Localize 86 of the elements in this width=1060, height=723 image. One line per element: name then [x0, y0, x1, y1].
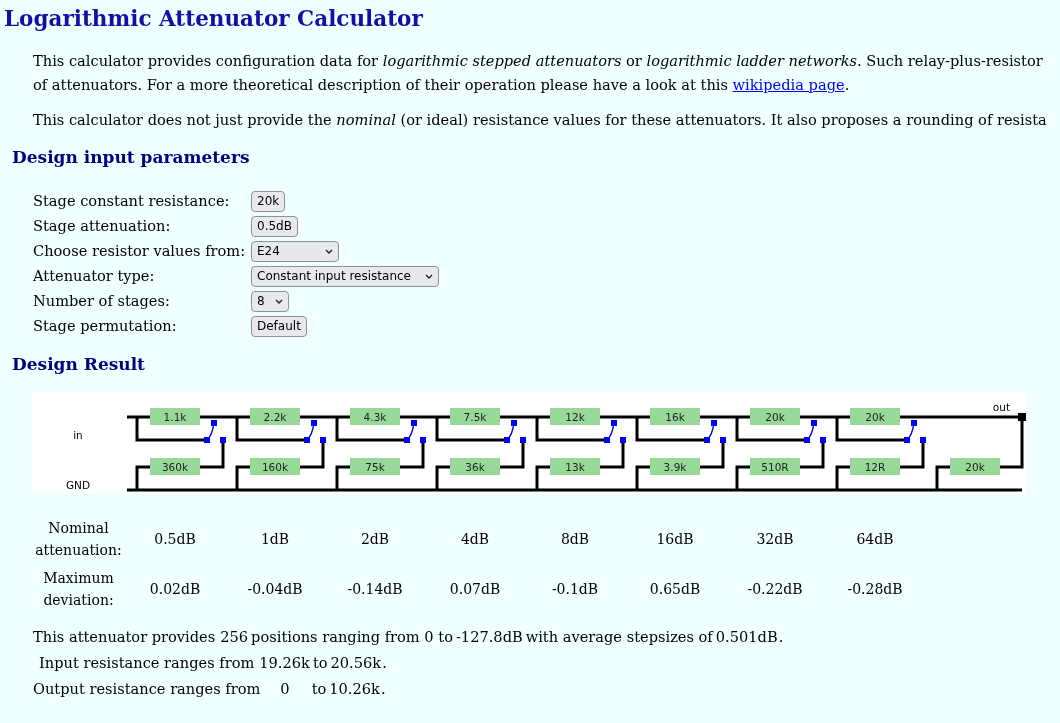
field-label: Attenuator type:: [33, 266, 156, 287]
ground-label: GND: [65, 479, 91, 492]
switch-icon: [604, 420, 626, 444]
table-cell-text: 4dB: [459, 529, 491, 549]
summary-text: to: [311, 653, 329, 674]
switch-icon: [404, 420, 426, 444]
field-label: Choose resistor values from:: [33, 241, 247, 262]
value-button[interactable]: 0.5dB: [251, 215, 298, 237]
resistor: 1.1k: [150, 408, 200, 426]
caret-icon: [275, 298, 283, 304]
output-value: 256: [219, 627, 250, 648]
table-cell-text: 16dB: [655, 529, 695, 549]
dropdown[interactable]: E24: [251, 240, 339, 262]
table-cell-text: 0.5dB: [153, 529, 197, 549]
table-cell-text: 0.07dB: [448, 579, 502, 599]
table-cell-text: 0.65dB: [648, 579, 702, 599]
page-title: Logarithmic Attenuator Calculator: [3, 5, 424, 33]
summary-text: .: [380, 679, 386, 700]
caret-icon: [325, 248, 333, 254]
table-cell-text: 1dB: [259, 529, 291, 549]
resistor: 13k: [550, 458, 600, 476]
paragraph-text: This calculator does not just provide the nominal (or ideal) resistance values for these attenuators. It also proposes a rounding of resista: [33, 111, 1047, 129]
output-label: out: [992, 401, 1010, 414]
caret-icon: [425, 273, 433, 279]
paragraph-text: This calculator provides configuration data for logarithmic stepped attenuators or logarithmic ladder networks. Such relay-plus-resistor: [33, 51, 1044, 72]
resistor: 12R: [850, 458, 900, 476]
value-button[interactable]: Default: [251, 315, 307, 337]
section-heading: Design input parameters: [11, 146, 251, 170]
dropdown[interactable]: 8: [251, 290, 289, 312]
table-cell-text: 64dB: [855, 529, 895, 549]
switch-icon: [904, 420, 926, 444]
resistor: 20k: [950, 458, 1000, 476]
output-value: -127.8dB: [454, 627, 524, 648]
table-cell-text: -0.28dB: [846, 579, 904, 599]
resistor: 510R: [750, 458, 800, 476]
resistor: 7.5k: [450, 408, 500, 426]
resistor: 20k: [850, 408, 900, 426]
resistor: 4.3k: [350, 408, 400, 426]
table-cell-text: -0.1dB: [550, 579, 600, 599]
output-value: 0: [279, 679, 291, 700]
table-cell-text: 0.02dB: [148, 579, 202, 599]
resistor: 20k: [750, 408, 800, 426]
field-label: Stage constant resistance:: [33, 191, 231, 212]
resistor: 3.9k: [650, 458, 700, 476]
paragraph-text: of attenuators. For a more theoretical description of their operation please have a look at this wikipedia page.: [33, 75, 851, 96]
resistor: 160k: [250, 458, 300, 476]
switch-icon: [204, 420, 226, 444]
summary-text: to: [310, 679, 328, 700]
resistor: 360k: [150, 458, 200, 476]
field-label: Number of stages:: [33, 291, 171, 312]
table-cell-text: 2dB: [359, 529, 391, 549]
table-cell-text: -0.14dB: [346, 579, 404, 599]
resistor: 12k: [550, 408, 600, 426]
row-label: Nominal attenuation:: [34, 519, 123, 561]
field-label: Stage permutation:: [33, 316, 178, 337]
table-cell-text: -0.22dB: [746, 579, 804, 599]
value-button[interactable]: 20k: [251, 190, 286, 212]
table-cell-text: 32dB: [755, 529, 795, 549]
table-cell-text: -0.04dB: [246, 579, 304, 599]
summary-text: Output resistance ranges from: [33, 679, 261, 700]
resistor: 75k: [350, 458, 400, 476]
switch-icon: [704, 420, 726, 444]
output-terminal: [1018, 413, 1026, 422]
output-value: 0.501dB: [714, 627, 779, 648]
summary-text: This attenuator provides: [33, 627, 217, 648]
resistor: 16k: [650, 408, 700, 426]
switch-icon: [304, 420, 326, 444]
summary-text: .: [778, 627, 784, 648]
summary-text: .: [382, 653, 387, 674]
resistor: 2.2k: [250, 408, 300, 426]
section-heading: Design Result: [11, 352, 146, 376]
summary-text: with average stepsizes of: [524, 627, 715, 648]
resistor: 36k: [450, 458, 500, 476]
row-label: Maximum deviation:: [42, 569, 115, 611]
wikipedia-link[interactable]: wikipedia page: [732, 76, 845, 94]
switch-icon: [804, 420, 826, 444]
output-value: 19.26k: [258, 653, 311, 674]
switch-icon: [504, 420, 526, 444]
field-label: Stage attenuation:: [33, 216, 172, 237]
output-value: 10.26k: [328, 679, 381, 700]
table-cell-text: 8dB: [559, 529, 591, 549]
output-value: 20.56k: [329, 653, 383, 674]
dropdown[interactable]: Constant input resistance: [251, 265, 439, 287]
input-label: in: [73, 429, 83, 442]
summary-text: Input resistance ranges from: [39, 653, 256, 674]
summary-text: positions ranging from 0 to: [250, 627, 454, 648]
